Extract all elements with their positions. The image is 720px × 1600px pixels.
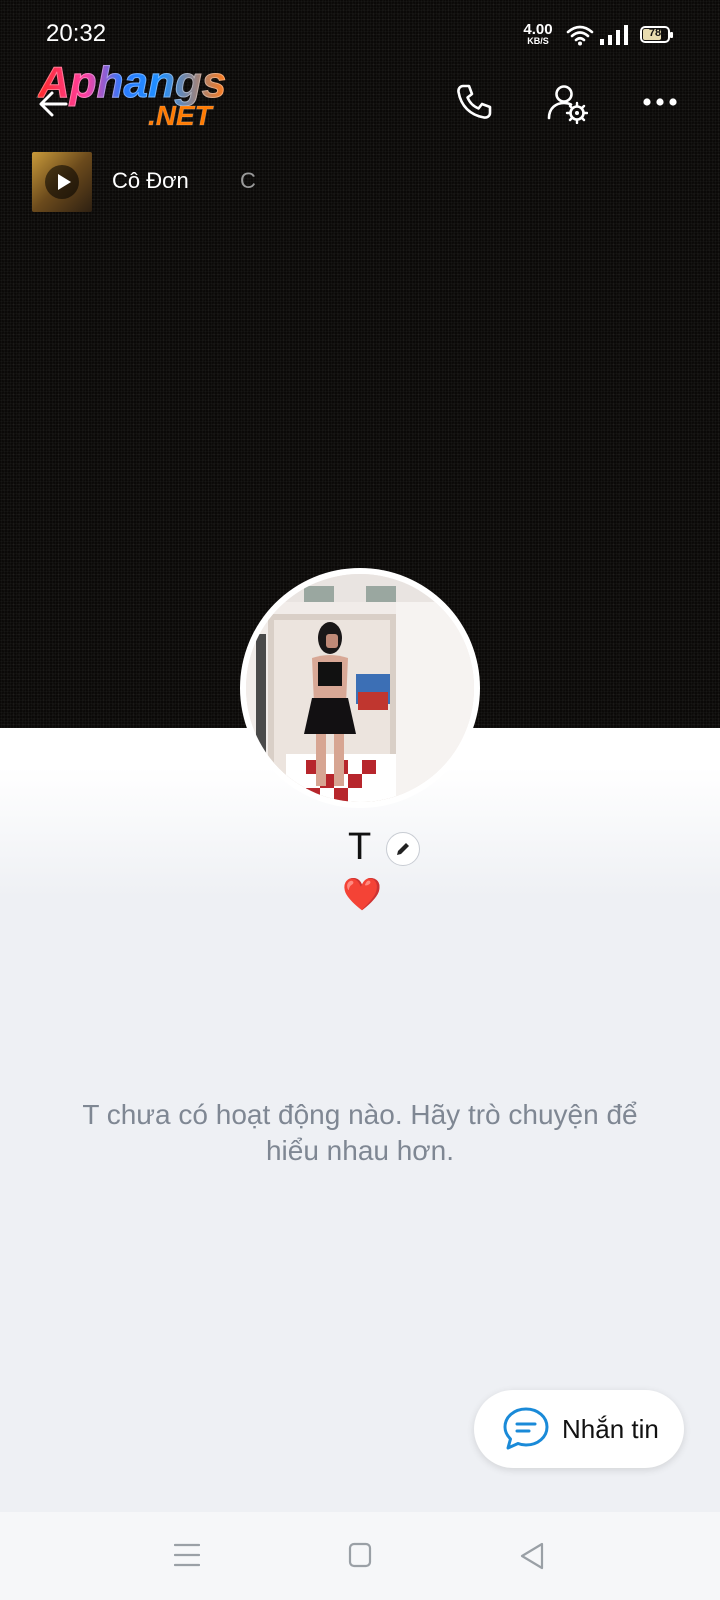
user-gear-icon[interactable] — [546, 82, 588, 124]
profile-name-row: T — [0, 826, 720, 876]
pencil-icon[interactable] — [386, 832, 420, 866]
wifi-icon — [566, 25, 594, 46]
system-nav-bar — [0, 1512, 720, 1600]
chat-bubble-icon — [503, 1407, 549, 1450]
send-message-label[interactable]: Nhắn tin — [562, 1414, 659, 1445]
network-speed-unit: KB/S — [527, 36, 549, 46]
status-time: 20:32 — [46, 20, 107, 47]
send-message-button[interactable]: Nhắn tin — [474, 1390, 684, 1468]
empty-activity-message: T chưa có hoạt động nào. Hãy trò chuyện … — [82, 1099, 638, 1166]
status-heart-icon: ❤️ — [342, 876, 382, 912]
battery-percent: 78 — [648, 27, 662, 39]
music-title[interactable]: Cô Đơn — [112, 168, 189, 194]
avatar[interactable] — [240, 568, 480, 808]
profile-music[interactable]: Cô Đơn C — [32, 152, 292, 214]
avatar-photo — [246, 574, 474, 802]
battery-icon: 78 — [640, 26, 673, 43]
network-speed-value: 4.00 — [523, 21, 553, 38]
triangle-back-icon[interactable] — [518, 1542, 546, 1570]
play-icon[interactable] — [44, 164, 80, 200]
phone-icon[interactable] — [454, 82, 494, 122]
menu-icon[interactable] — [174, 1542, 200, 1568]
network-speed: 4.00 KB/S — [520, 22, 556, 46]
more-dots-icon[interactable] — [642, 90, 678, 114]
battery-nub — [670, 32, 673, 38]
music-title-marquee: C — [240, 168, 256, 193]
arrow-left-icon[interactable] — [36, 86, 72, 122]
music-thumbnail[interactable] — [32, 152, 92, 212]
profile-name: T — [348, 826, 372, 868]
signal-icon — [600, 25, 628, 45]
watermark-logo-sub: .NET — [148, 100, 213, 132]
square-home-icon[interactable] — [348, 1542, 372, 1568]
